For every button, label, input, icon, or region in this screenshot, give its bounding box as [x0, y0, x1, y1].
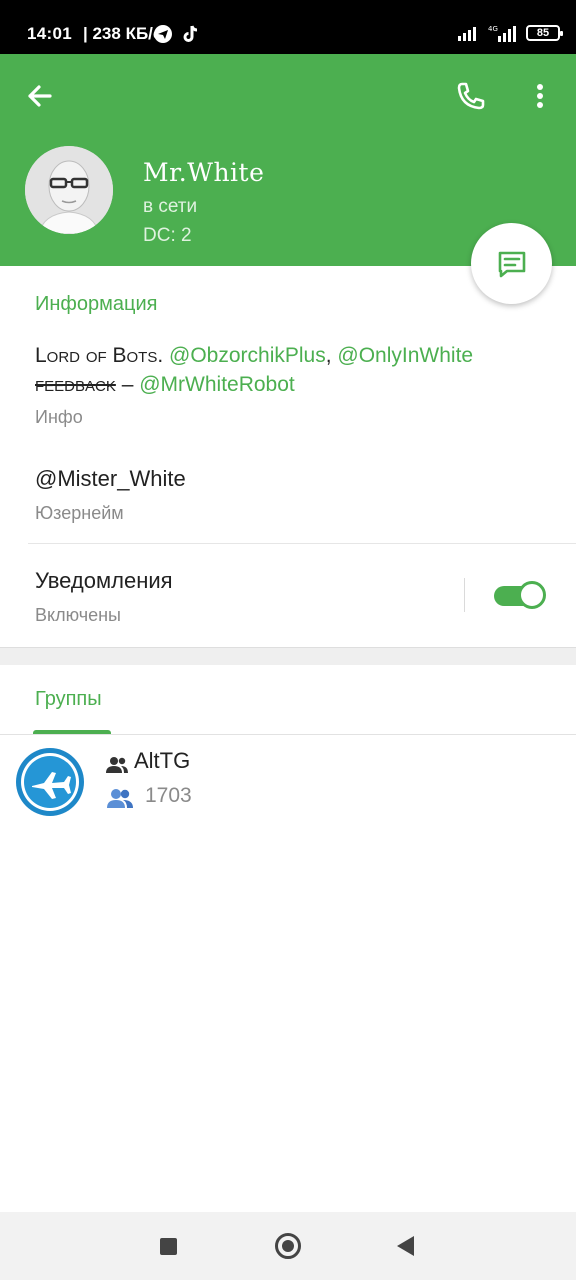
divider [0, 734, 576, 735]
profile-name: Mr.White [143, 158, 265, 187]
message-icon [498, 251, 525, 277]
system-nav-bar [0, 1212, 576, 1280]
avatar[interactable] [25, 146, 113, 234]
tiktok-icon [183, 25, 198, 42]
svg-text:4G: 4G [488, 25, 498, 33]
online-status: в сети [143, 196, 198, 217]
notifications-title[interactable]: Уведомления [35, 568, 173, 594]
home-button[interactable] [275, 1233, 301, 1259]
signal-icon [458, 27, 476, 41]
send-message-button[interactable] [471, 223, 552, 304]
avatar-photo [25, 146, 113, 234]
status-time: 14:01 [27, 24, 72, 43]
bio-feedback: feedback [35, 373, 116, 396]
status-right-icons: 4G 85 [458, 24, 563, 42]
telegram-icon [154, 25, 172, 43]
bio-link-obzorchikplus[interactable]: @ObzorchikPlus [169, 344, 326, 367]
divider [464, 578, 465, 612]
recents-button[interactable] [160, 1238, 177, 1255]
arrow-left-icon[interactable] [20, 76, 60, 116]
info-section-title: Информация [35, 293, 158, 315]
bio-separator: , [325, 344, 338, 367]
status-network-speed: | 238 КБ/с [83, 24, 163, 43]
username-label: Юзернейм [35, 503, 124, 523]
bio-link-onlyinwhite[interactable]: @OnlyInWhite [337, 344, 473, 367]
members-icon [107, 789, 133, 808]
group-icon [106, 757, 128, 773]
dc-label: DC: 2 [143, 225, 192, 246]
notifications-state: Включены [35, 605, 121, 625]
group-avatar [16, 748, 84, 816]
more-vertical-icon[interactable] [522, 76, 558, 116]
section-separator [0, 647, 576, 665]
signal-4g-icon: 4G [488, 25, 516, 42]
bio-part: Lord of Bots. [35, 344, 170, 367]
home-icon [282, 1240, 294, 1252]
phone-icon[interactable] [450, 76, 490, 116]
group-name: AltTG [134, 748, 191, 773]
back-button[interactable] [397, 1236, 414, 1256]
username-value[interactable]: @Mister_White [35, 466, 186, 492]
group-member-count: 1703 [145, 784, 192, 807]
bio-text[interactable]: Lord of Bots. @ObzorchikPlus, @OnlyInWhi… [35, 341, 555, 399]
list-item[interactable]: AltTG 1703 [0, 740, 576, 820]
battery-level: 85 [536, 27, 550, 39]
bio-link-mrwhiterobot[interactable]: @MrWhiteRobot [139, 373, 295, 396]
status-bar: 14:01 | 238 КБ/с 4G 85 [0, 0, 576, 54]
toggle-knob [518, 581, 546, 609]
battery-icon: 85 [526, 25, 563, 41]
bio-dash: – [115, 373, 140, 396]
tab-groups[interactable]: Группы [35, 688, 102, 711]
divider [28, 543, 576, 544]
bio-label: Инфо [35, 407, 83, 427]
notifications-toggle[interactable] [494, 581, 546, 609]
